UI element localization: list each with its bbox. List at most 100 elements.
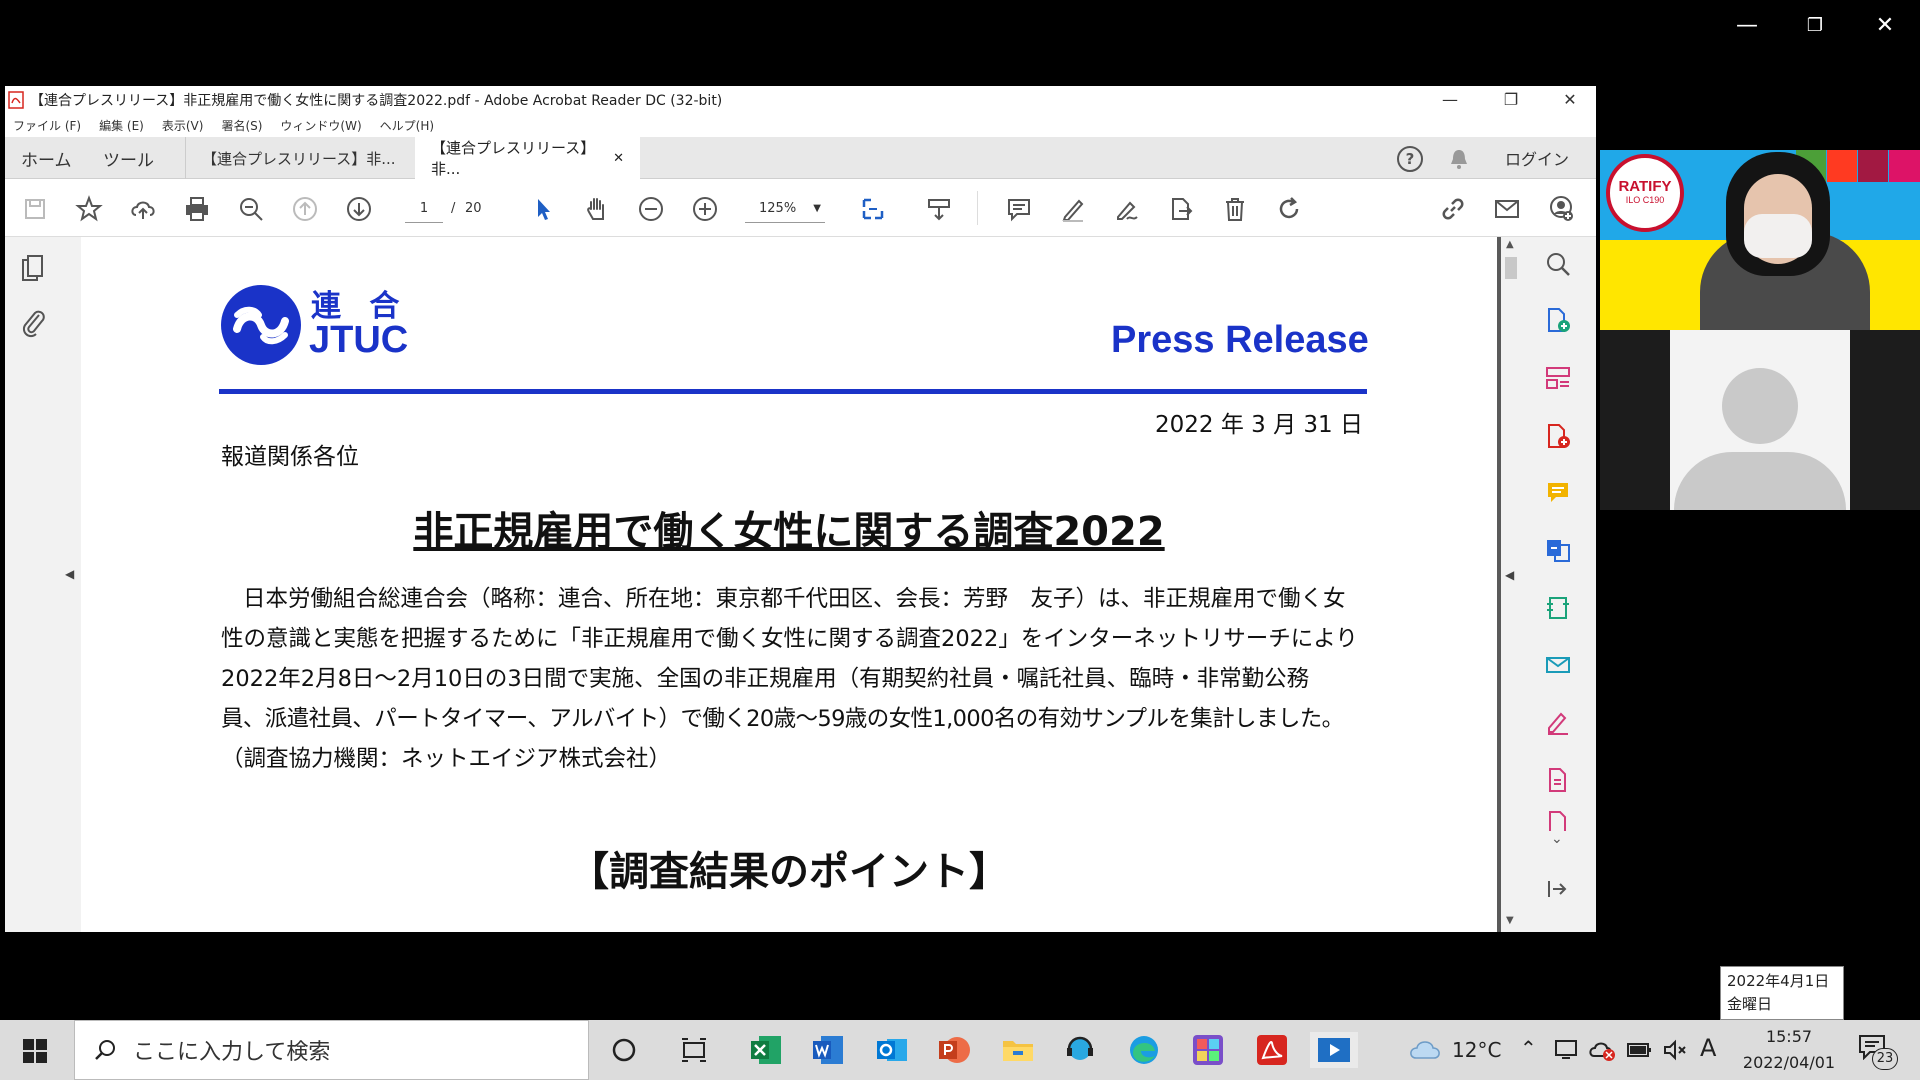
edge-app[interactable] — [1126, 1032, 1162, 1068]
chevron-up-icon[interactable]: ⌃ — [1520, 1036, 1537, 1060]
outer-close-button[interactable]: ✕ — [1860, 0, 1910, 50]
bookmark-button[interactable] — [73, 193, 105, 225]
menu-sign[interactable]: 署名(S) — [221, 117, 262, 134]
document-tab-1[interactable]: 【連合プレスリリース】非... — [185, 137, 415, 179]
powerpoint-app[interactable] — [936, 1032, 972, 1068]
login-button[interactable]: ログイン — [1505, 137, 1569, 179]
acrobat-app[interactable] — [1254, 1032, 1290, 1068]
taskbar-search-box[interactable]: ここに入力して検索 — [74, 1020, 589, 1080]
sign-button[interactable] — [1111, 193, 1143, 225]
edit-pdf-tool[interactable] — [1541, 763, 1575, 797]
create-pdf-tool[interactable] — [1541, 419, 1575, 453]
collapse-panel-icon[interactable] — [1545, 877, 1569, 901]
search-tool[interactable] — [1541, 247, 1575, 281]
scroll-mode-button[interactable] — [923, 193, 955, 225]
active-window-button[interactable] — [1310, 1032, 1358, 1068]
video-tile-participant[interactable] — [1600, 330, 1920, 510]
vertical-scrollbar[interactable]: ▲ ▼ — [1501, 237, 1521, 932]
menu-file[interactable]: ファイル (F) — [13, 117, 81, 134]
menu-edit[interactable]: 編集 (E) — [99, 117, 144, 134]
cortana-button[interactable] — [606, 1032, 642, 1068]
video-tile-speaker[interactable]: RATIFY ILO C190 — [1600, 150, 1920, 330]
fill-sign-tool[interactable] — [1541, 705, 1575, 739]
combine-files-tool[interactable] — [1541, 533, 1575, 567]
help-button[interactable]: ? — [1397, 146, 1423, 172]
weather-temperature[interactable]: 12°C — [1452, 1038, 1501, 1062]
notification-center-button[interactable]: 23 — [1858, 1034, 1898, 1070]
network-icon[interactable] — [1554, 1038, 1580, 1062]
highlight-button[interactable] — [1057, 193, 1089, 225]
battery-icon[interactable] — [1626, 1040, 1652, 1060]
close-tab-icon[interactable]: ✕ — [613, 151, 624, 166]
volume-muted-icon[interactable] — [1662, 1038, 1688, 1062]
media-app[interactable] — [1190, 1032, 1226, 1068]
collapse-left-panel-icon[interactable]: ◀ — [65, 567, 74, 581]
organize-pages-tool[interactable] — [1541, 361, 1575, 395]
comment-bubble-icon — [1548, 483, 1568, 502]
next-page-button[interactable] — [343, 193, 375, 225]
expand-right-panel-icon[interactable]: ◀ — [1505, 568, 1514, 582]
previous-page-button[interactable] — [289, 193, 321, 225]
print-button[interactable] — [181, 193, 213, 225]
page-thumbnails-icon[interactable] — [19, 253, 47, 285]
zoom-select[interactable]: 125% ▼ — [745, 195, 825, 223]
scroll-down-icon[interactable]: ▼ — [1506, 915, 1514, 926]
more-tools-partial[interactable] — [1541, 809, 1575, 831]
excel-app[interactable] — [748, 1032, 784, 1068]
outlook-app[interactable] — [874, 1032, 910, 1068]
outer-restore-button[interactable]: ❐ — [1790, 0, 1840, 50]
presentation-icon — [1318, 1038, 1350, 1062]
zoom-out-button[interactable] — [635, 193, 667, 225]
menu-window[interactable]: ウィンドウ(W) — [280, 117, 361, 134]
clock[interactable]: 15:57 2022/04/01 — [1728, 1024, 1850, 1078]
file-explorer-app[interactable] — [1000, 1032, 1036, 1068]
menu-view[interactable]: 表示(V) — [162, 117, 204, 134]
hand-tool-button[interactable] — [581, 193, 613, 225]
comment-button[interactable] — [1003, 193, 1035, 225]
email-button[interactable] — [1491, 193, 1523, 225]
task-view-button[interactable] — [676, 1032, 712, 1068]
fit-page-icon — [862, 198, 884, 220]
maximize-button[interactable]: ❐ — [1486, 86, 1536, 113]
combine-files-icon — [1547, 540, 1570, 562]
zoom-in-button[interactable] — [689, 193, 721, 225]
ime-indicator[interactable]: A — [1700, 1034, 1716, 1062]
share-link-button[interactable] — [1437, 193, 1469, 225]
account-button[interactable] — [1545, 193, 1577, 225]
comment-tool[interactable] — [1541, 475, 1575, 509]
pdf-page: 連 合 JTUC Press Release 2022 年 3 月 31 日 報… — [81, 237, 1497, 932]
menu-help[interactable]: ヘルプ(H) — [380, 117, 434, 134]
windows-start-icon[interactable] — [22, 1038, 48, 1064]
export-pdf-tool[interactable] — [1541, 303, 1575, 337]
share-button[interactable] — [1165, 193, 1197, 225]
document-tab-2-active[interactable]: 【連合プレスリリース】非... ✕ — [415, 137, 640, 179]
weather-cloud-icon[interactable] — [1408, 1036, 1442, 1062]
select-tool-button[interactable] — [527, 193, 559, 225]
fit-page-button[interactable] — [857, 193, 889, 225]
tab-home[interactable]: ホーム — [21, 137, 72, 179]
save-button[interactable] — [19, 193, 51, 225]
scroll-thumb[interactable] — [1505, 257, 1517, 279]
word-app[interactable] — [810, 1032, 846, 1068]
chevron-down-icon[interactable]: ⌄ — [1551, 831, 1563, 847]
bell-icon[interactable] — [1447, 147, 1471, 171]
zoom-search-button[interactable] — [235, 193, 267, 225]
outer-minimize-button[interactable]: — — [1722, 0, 1772, 50]
rotate-button[interactable] — [1273, 193, 1305, 225]
support-app[interactable] — [1062, 1032, 1098, 1068]
page-number-input[interactable]: 1 — [405, 195, 443, 223]
send-review-icon — [1546, 657, 1570, 673]
minimize-button[interactable]: — — [1425, 86, 1475, 113]
search-icon — [95, 1040, 115, 1060]
arrow-up-circle-icon — [293, 197, 317, 221]
scroll-up-icon[interactable]: ▲ — [1506, 239, 1514, 250]
close-icon: ✕ — [1563, 90, 1577, 109]
upload-button[interactable] — [127, 193, 159, 225]
cloud-error-icon[interactable] — [1588, 1038, 1616, 1062]
send-for-review-tool[interactable] — [1541, 647, 1575, 681]
compress-pdf-tool[interactable] — [1541, 591, 1575, 625]
attachment-icon[interactable] — [19, 307, 47, 339]
close-button[interactable]: ✕ — [1545, 86, 1595, 113]
delete-button[interactable] — [1219, 193, 1251, 225]
tab-tools[interactable]: ツール — [103, 137, 154, 179]
